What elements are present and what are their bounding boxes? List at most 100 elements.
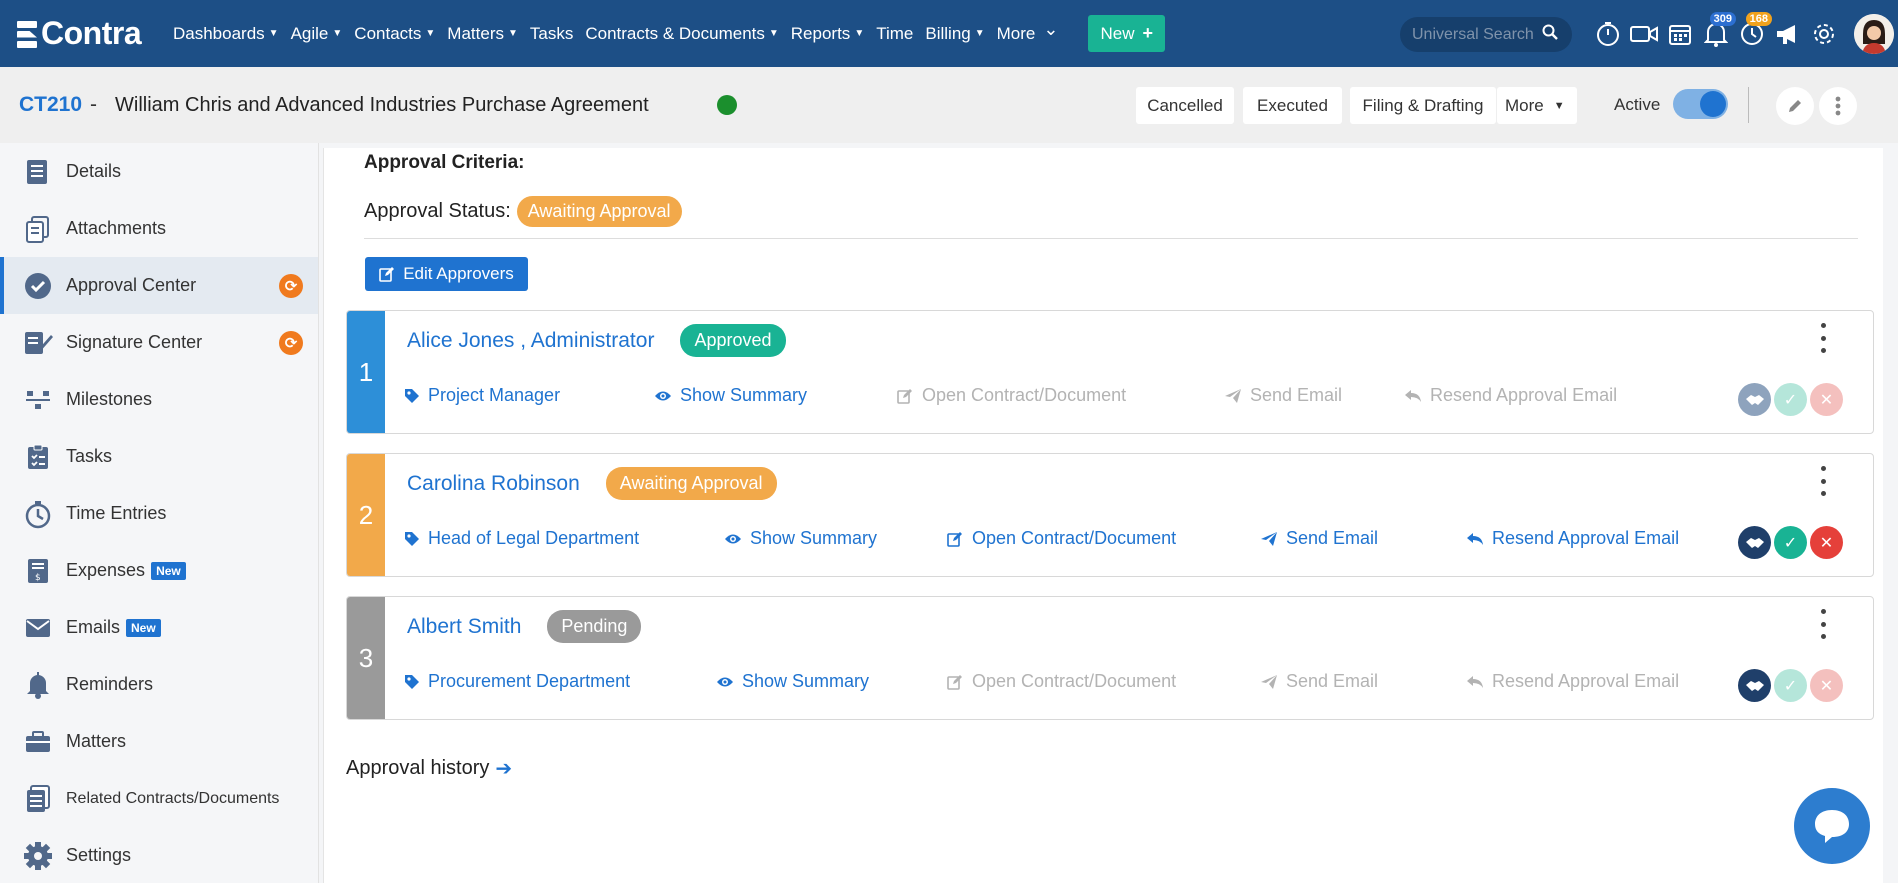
- header-kebab-menu-icon[interactable]: [1819, 87, 1857, 125]
- nav-item-billing[interactable]: Billing ▼: [925, 24, 984, 44]
- approval-criteria-label: Approval Criteria:: [364, 152, 525, 173]
- sidebar-item-attachments[interactable]: Attachments: [0, 200, 318, 257]
- send-email-link[interactable]: Send Email: [1260, 528, 1378, 549]
- contra-logo[interactable]: Contra: [17, 15, 173, 52]
- sidebar-item-approval-center[interactable]: Approval Center ⟳: [0, 257, 318, 314]
- sidebar-item-milestones[interactable]: Milestones: [0, 371, 318, 428]
- eye-icon: [724, 532, 750, 546]
- approver-name[interactable]: Alice Jones , Administrator: [407, 329, 654, 353]
- sidebar: Details Attachments Approval Center ⟳ Signat…: [0, 143, 319, 883]
- sidebar-item-label: Attachments: [66, 218, 167, 238]
- sidebar-item-signature-center[interactable]: Signature Center ⟳: [0, 314, 318, 371]
- approver-kebab-menu-icon[interactable]: [1813, 609, 1833, 639]
- settings-gear-icon[interactable]: [1806, 16, 1842, 52]
- calendar-icon[interactable]: [1662, 16, 1698, 52]
- approve-check-icon[interactable]: ✓: [1774, 669, 1807, 702]
- active-toggle[interactable]: [1673, 89, 1728, 119]
- contract-code[interactable]: CT210: [19, 93, 82, 117]
- sidebar-item-label: Time Entries: [66, 503, 167, 523]
- sync-icon: ⟳: [279, 273, 303, 298]
- edit-document-icon: [897, 388, 922, 404]
- nav-item-agile[interactable]: Agile ▼: [291, 24, 343, 44]
- filing-drafting-button[interactable]: Filing & Drafting: [1350, 87, 1496, 124]
- sidebar-item-time-entries[interactable]: Time Entries: [0, 485, 318, 542]
- sidebar-item-matters[interactable]: Matters: [0, 713, 318, 770]
- sidebar-item-related-contracts-documents[interactable]: Related Contracts/Documents: [0, 770, 318, 827]
- sidebar-item-expenses[interactable]: $ Expenses New: [0, 542, 318, 599]
- resend-approval-email-link-label: Resend Approval Email: [1492, 671, 1680, 691]
- sidebar-item-emails[interactable]: Emails New: [0, 599, 318, 656]
- approver-role-link-label: Project Manager: [428, 385, 561, 405]
- approver-header: Alice Jones , Administrator Approved: [407, 324, 786, 357]
- timer-icon[interactable]: [1590, 16, 1626, 52]
- approver-kebab-menu-icon[interactable]: [1813, 466, 1833, 496]
- more-status-dropdown[interactable]: More ▼: [1497, 87, 1577, 124]
- stopwatch-icon: [22, 498, 54, 530]
- sidebar-item-details[interactable]: Details: [0, 143, 318, 200]
- nav-item-contracts-documents[interactable]: Contracts & Documents ▼: [585, 24, 778, 44]
- reject-x-icon[interactable]: ✕: [1810, 383, 1843, 416]
- approver-name[interactable]: Albert Smith: [407, 615, 521, 639]
- delegate-handshake-icon[interactable]: [1738, 669, 1771, 702]
- notifications-bell-icon[interactable]: 309: [1698, 12, 1736, 52]
- sidebar-item-reminders[interactable]: Reminders: [0, 656, 318, 713]
- resend-approval-email-link[interactable]: Resend Approval Email: [1466, 528, 1679, 549]
- reject-x-icon[interactable]: ✕: [1810, 669, 1843, 702]
- approve-check-icon[interactable]: ✓: [1774, 383, 1807, 416]
- nav-item-time[interactable]: Time: [876, 24, 913, 44]
- megaphone-icon[interactable]: [1770, 16, 1806, 52]
- reject-x-icon[interactable]: ✕: [1810, 526, 1843, 559]
- caret-down-icon: ▼: [768, 28, 779, 39]
- open-contract-document-link-label: Open Contract/Document: [972, 528, 1177, 548]
- approver-role-link[interactable]: Procurement Department: [404, 671, 630, 692]
- approver-status-badge: Pending: [547, 610, 642, 643]
- delegate-handshake-icon[interactable]: [1738, 383, 1771, 416]
- tag-icon: [404, 531, 428, 547]
- show-summary-link[interactable]: Show Summary: [724, 528, 877, 549]
- approval-history-link[interactable]: Approval history ➔: [346, 756, 512, 781]
- approver-kebab-menu-icon[interactable]: [1813, 323, 1833, 353]
- new-button-label: New: [1100, 23, 1135, 43]
- user-avatar[interactable]: [1854, 14, 1894, 54]
- approval-history-label: Approval history: [346, 757, 490, 779]
- nav-item-more[interactable]: More ⌄: [997, 19, 1059, 44]
- search-icon[interactable]: [1542, 24, 1558, 45]
- nav-item-contacts[interactable]: Contacts ▼: [354, 24, 435, 44]
- reminders-clock-icon[interactable]: 168: [1734, 12, 1772, 52]
- approver-role-link[interactable]: Head of Legal Department: [404, 528, 639, 549]
- approver-name[interactable]: Carolina Robinson: [407, 472, 580, 496]
- approver-role-link[interactable]: Project Manager: [404, 385, 560, 406]
- edit-icon: [379, 267, 395, 282]
- search-input[interactable]: [1412, 25, 1542, 44]
- edit-approvers-button[interactable]: Edit Approvers: [365, 257, 528, 291]
- edit-document-icon: [947, 531, 972, 547]
- approver-card: 3 Albert Smith Pending Procurement Departme…: [346, 596, 1874, 720]
- eye-icon: [654, 389, 680, 403]
- show-summary-link[interactable]: Show Summary: [716, 671, 869, 692]
- show-summary-link[interactable]: Show Summary: [654, 385, 807, 406]
- executed-button[interactable]: Executed: [1243, 87, 1342, 124]
- video-icon[interactable]: [1626, 16, 1662, 52]
- open-contract-document-link[interactable]: Open Contract/Document: [947, 528, 1176, 549]
- approve-check-icon[interactable]: ✓: [1774, 526, 1807, 559]
- approval-decision-buttons: ✓ ✕: [1735, 383, 1843, 416]
- open-contract-document-link-label: Open Contract/Document: [922, 385, 1127, 405]
- tasks-icon: [22, 441, 54, 473]
- universal-search[interactable]: [1400, 17, 1572, 52]
- delegate-handshake-icon[interactable]: [1738, 526, 1771, 559]
- nav-item-matters[interactable]: Matters ▼: [447, 24, 518, 44]
- nav-item-reports[interactable]: Reports ▼: [791, 24, 864, 44]
- approver-role-link-label: Procurement Department: [428, 671, 631, 691]
- nav-item-dashboards[interactable]: Dashboards ▼: [173, 24, 279, 44]
- nav-item-tasks[interactable]: Tasks: [530, 24, 573, 44]
- notifications-badge: 309: [1709, 12, 1736, 26]
- edit-pencil-icon[interactable]: [1776, 87, 1814, 125]
- caret-down-icon: ▼: [332, 28, 343, 39]
- sidebar-item-settings[interactable]: Settings: [0, 827, 318, 883]
- nav-item-label: Time: [876, 23, 914, 43]
- cancelled-button[interactable]: Cancelled: [1136, 87, 1234, 124]
- sidebar-item-tasks[interactable]: Tasks: [0, 428, 318, 485]
- chat-widget-button[interactable]: [1794, 788, 1870, 864]
- contract-header: CT210 - William Chris and Advanced Indus…: [0, 67, 1898, 143]
- new-button[interactable]: New +: [1088, 15, 1165, 52]
